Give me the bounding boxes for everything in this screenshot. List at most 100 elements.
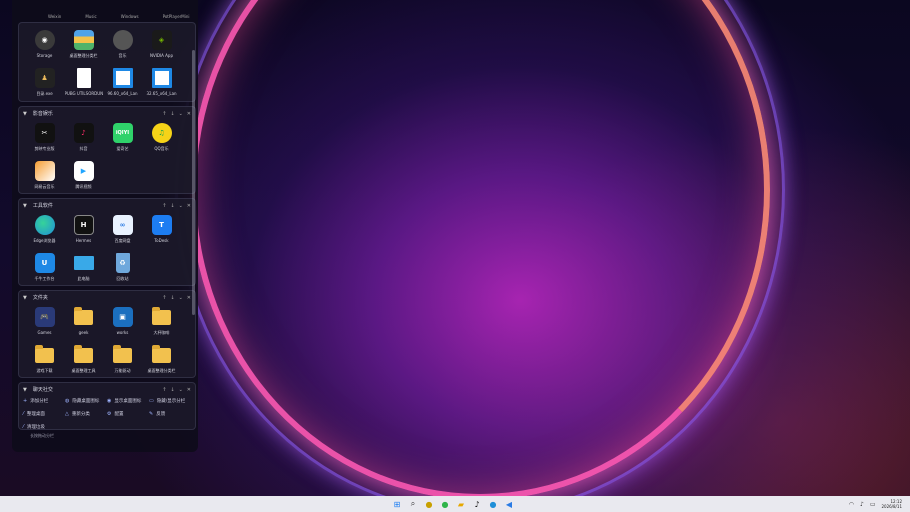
app-music-disc[interactable]: 音乐 xyxy=(103,27,142,65)
move-up-icon[interactable]: ↑ xyxy=(162,295,166,301)
desktop-organizer-panel: Weixin Music Windows PotPlayerMini ◉ Sto… xyxy=(12,0,198,452)
cloudmusic-icon xyxy=(34,161,55,181)
close-icon[interactable]: ✕ xyxy=(187,387,191,393)
start-icon[interactable]: ⊞ xyxy=(392,499,402,509)
qq-icon[interactable]: ● xyxy=(424,499,434,509)
folder-game-downloads[interactable]: 游戏下载 xyxy=(25,342,64,380)
organize-desktop-button[interactable]: ⁄ 整理桌面 xyxy=(23,409,65,418)
collapse-line-icon[interactable]: ⌄ xyxy=(179,387,183,393)
move-down-icon[interactable]: ↓ xyxy=(170,111,174,117)
top-label[interactable]: Windows xyxy=(121,14,139,19)
storage-icon: ◉ xyxy=(34,30,55,50)
folder-geek[interactable]: geek xyxy=(64,304,103,342)
folder-coffee[interactable]: 大杯咖啡 xyxy=(142,304,181,342)
app-pubg[interactable]: PUBG UTILSORDUNI xyxy=(64,65,103,103)
close-icon[interactable]: ✕ xyxy=(187,203,191,209)
volume-icon[interactable]: ♪ xyxy=(860,501,864,508)
app-qianniu[interactable]: U 千牛工作台 xyxy=(25,250,64,288)
app-exe[interactable]: ♟ 目录.exe xyxy=(25,65,64,103)
top-label[interactable]: Music xyxy=(85,14,96,19)
feedback-button[interactable]: ✎ 反馈 xyxy=(149,409,191,418)
reclassify-button[interactable]: △ 重新分类 xyxy=(65,409,107,418)
installer-icon xyxy=(151,68,172,88)
tencent-video-icon: ▶ xyxy=(73,161,94,181)
app-nvidia[interactable]: ◈ NVIDIA App xyxy=(142,27,181,65)
folder-drivers[interactable]: 万能驱动 xyxy=(103,342,142,380)
folder-organizer[interactable]: 桌面整理分类栏 xyxy=(142,342,181,380)
app-iqiyi[interactable]: iQIYI 爱奇艺 xyxy=(103,120,142,158)
panel-scrollbar[interactable] xyxy=(192,50,195,315)
collapse-icon[interactable]: ▼ xyxy=(23,295,27,301)
move-down-icon[interactable]: ↓ xyxy=(170,387,174,393)
move-up-icon[interactable]: ↑ xyxy=(162,111,166,117)
taskbar: ⊞ ⌕ ● ● ▰ ♪ ● ◀ ◠ ♪ ▭ 12:12 2026/8/11 xyxy=(0,496,910,512)
todesk-icon: T xyxy=(151,215,172,235)
app-storage[interactable]: ◉ Storage xyxy=(25,27,64,65)
clock[interactable]: 12:12 2026/8/11 xyxy=(881,499,902,509)
app-douyin[interactable]: ♪ 抖音 xyxy=(64,120,103,158)
folder-desktop-tools[interactable]: 桌面整理工具 xyxy=(64,342,103,380)
move-up-icon[interactable]: ↑ xyxy=(162,203,166,209)
show-icons-button[interactable]: ◉ 显示桌面图标 xyxy=(107,396,149,405)
move-down-icon[interactable]: ↓ xyxy=(170,203,174,209)
hide-icons-button[interactable]: ◍ 隐藏桌面图标 xyxy=(65,396,107,405)
app-installer-2[interactable]: 32.65_x64_Lan xyxy=(142,65,181,103)
taskbar-apps: ⊞ ⌕ ● ● ▰ ♪ ● ◀ xyxy=(392,496,514,512)
app-installer-1[interactable]: 96.60_x64_Lan xyxy=(103,65,142,103)
collapse-icon[interactable]: ▼ xyxy=(23,203,27,209)
wifi-icon[interactable]: ◠ xyxy=(849,501,854,508)
group-apps: ◉ Storage 桌面整理分类栏 音乐 ◈ NVIDIA App ♟ 目录.e… xyxy=(18,22,196,102)
footer-note: 长按拖动分栏 xyxy=(30,433,54,438)
move-up-icon[interactable]: ↑ xyxy=(162,387,166,393)
collapse-line-icon[interactable]: ⌄ xyxy=(179,111,183,117)
app-organizer[interactable]: 桌面整理分类栏 xyxy=(64,27,103,65)
app-todesk[interactable]: T ToDesk xyxy=(142,212,181,250)
collapse-line-icon[interactable]: ⌄ xyxy=(179,295,183,301)
collapse-icon[interactable]: ▼ xyxy=(23,111,27,117)
add-column-button[interactable]: + 添加分栏 xyxy=(23,396,65,405)
group-media: ▼ 影音娱乐 ↑ ↓ ⌄ ✕ ✂ 剪映专业版 ♪ 抖音 iQIYI 爱奇艺 ♫ … xyxy=(18,106,196,194)
clean-junk-button[interactable]: ⁄ 清理垃圾 xyxy=(23,422,65,431)
top-label[interactable]: Weixin xyxy=(48,14,61,19)
top-row-labels: Weixin Music Windows PotPlayerMini xyxy=(48,14,190,19)
app-hermes[interactable]: H Hermes xyxy=(64,212,103,250)
close-icon[interactable]: ✕ xyxy=(187,295,191,301)
app-recycle-bin[interactable]: ♻ 回收站 xyxy=(103,250,142,288)
battery-icon[interactable]: ▭ xyxy=(870,501,876,508)
app-edge[interactable]: Edge浏览器 xyxy=(25,212,64,250)
computer-icon xyxy=(73,256,94,270)
move-down-icon[interactable]: ↓ xyxy=(170,295,174,301)
explorer-icon[interactable]: ▰ xyxy=(456,499,466,509)
folder-icon xyxy=(152,345,171,363)
toggle-columns-button[interactable]: ▭ 隐藏/显示分栏 xyxy=(149,396,191,405)
vscode-icon[interactable]: ◀ xyxy=(504,499,514,509)
close-icon[interactable]: ✕ xyxy=(187,111,191,117)
group-header[interactable]: ▼ 文件夹 ↑ ↓ ⌄ ✕ xyxy=(19,291,195,304)
organizer-icon xyxy=(73,30,94,50)
tiktok-icon[interactable]: ♪ xyxy=(472,499,482,509)
search-icon[interactable]: ⌕ xyxy=(408,499,418,509)
app-qqmusic[interactable]: ♫ QQ音乐 xyxy=(142,120,181,158)
app-works[interactable]: ▣ works xyxy=(103,304,142,342)
group-header[interactable]: ▼ 影音娱乐 ↑ ↓ ⌄ ✕ xyxy=(19,107,195,120)
system-tray: ◠ ♪ ▭ 12:12 2026/8/11 xyxy=(849,496,902,512)
group-title: 聊天社交 xyxy=(32,387,53,393)
clock-date: 2026/8/11 xyxy=(881,504,902,509)
app-cloudmusic[interactable]: 网易云音乐 xyxy=(25,158,64,196)
settings-button[interactable]: ⚙ 配置 xyxy=(107,409,149,418)
app-this-pc[interactable]: 此电脑 xyxy=(64,250,103,288)
wechat-icon[interactable]: ● xyxy=(440,499,450,509)
app-baidu-netdisk[interactable]: ∞ 百度网盘 xyxy=(103,212,142,250)
group-header[interactable]: ▼ 工具软件 ↑ ↓ ⌄ ✕ xyxy=(19,199,195,212)
app-capcut[interactable]: ✂ 剪映专业版 xyxy=(25,120,64,158)
installer-icon xyxy=(112,68,133,88)
app-games[interactable]: 🎮 Games xyxy=(25,304,64,342)
baidu-netdisk-icon: ∞ xyxy=(112,215,133,235)
games-icon: 🎮 xyxy=(34,307,55,327)
group-header[interactable]: ▼ 聊天社交 ↑ ↓ ⌄ ✕ xyxy=(19,383,195,396)
edge-icon[interactable]: ● xyxy=(488,499,498,509)
collapse-line-icon[interactable]: ⌄ xyxy=(179,203,183,209)
collapse-icon[interactable]: ▼ xyxy=(23,387,27,393)
app-tencent-video[interactable]: ▶ 腾讯视频 xyxy=(64,158,103,196)
top-label[interactable]: PotPlayerMini xyxy=(163,14,190,19)
